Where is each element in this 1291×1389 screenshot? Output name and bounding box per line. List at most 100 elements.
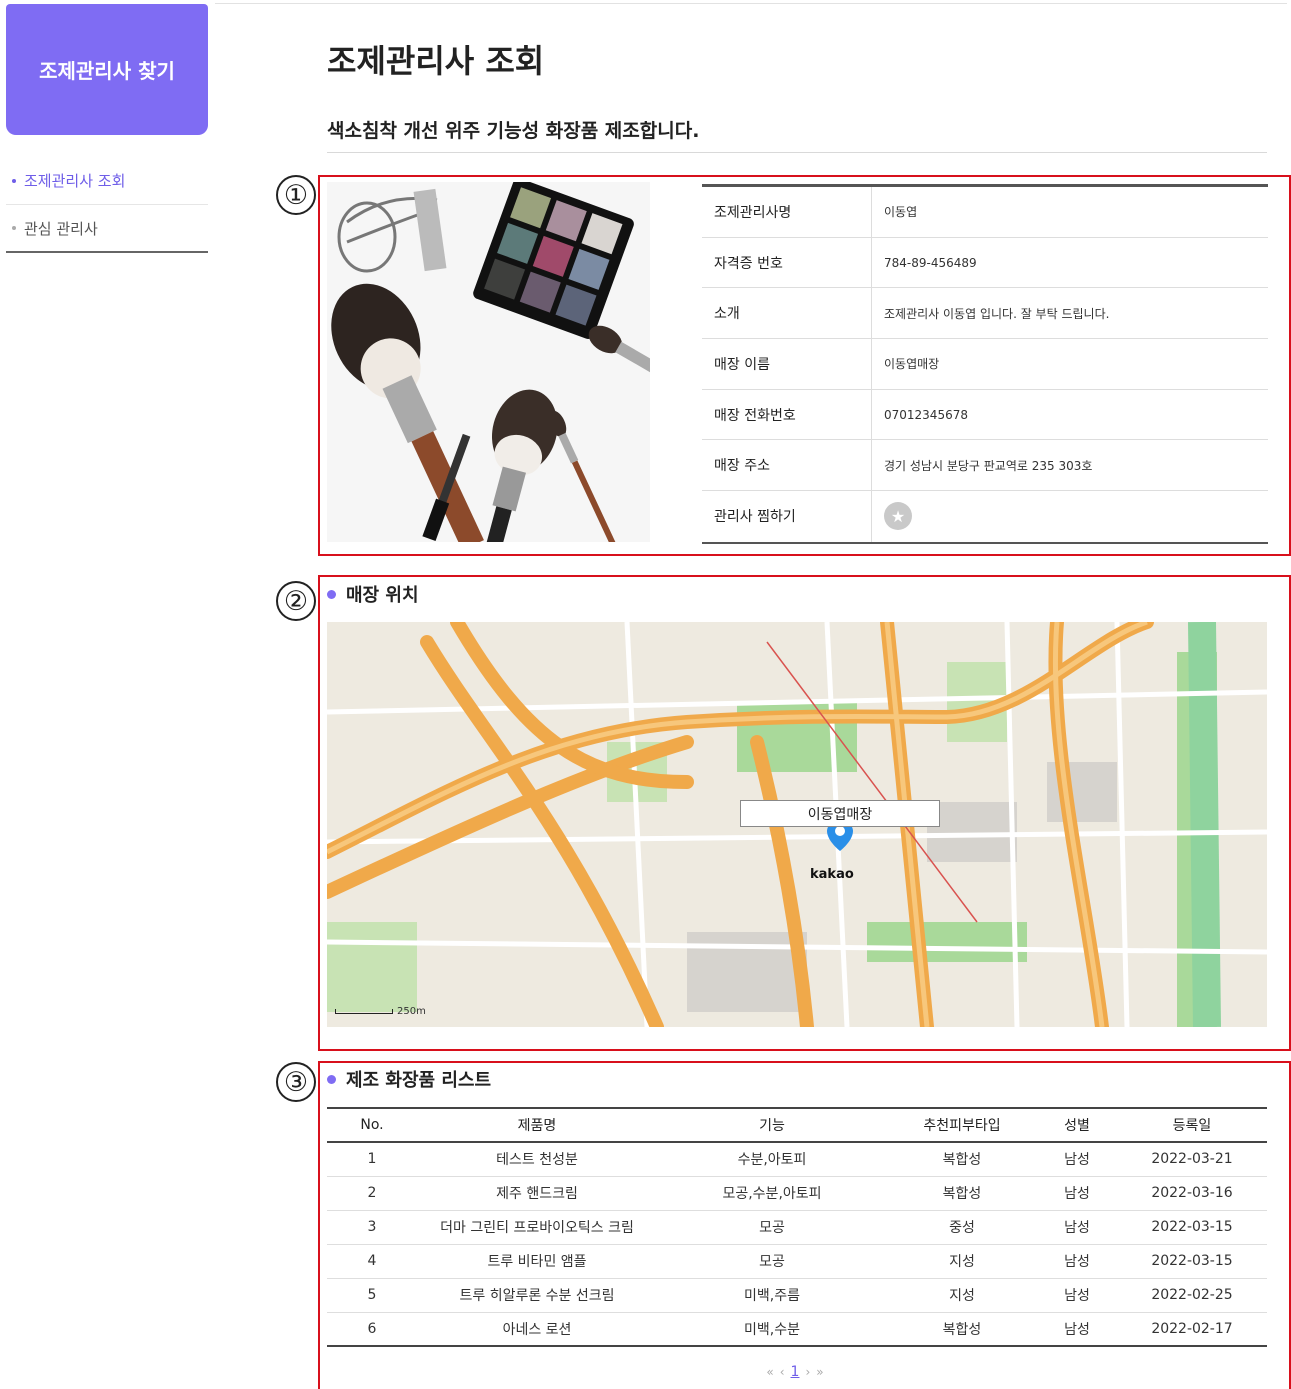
map-store-tooltip: 이동엽매장 — [740, 800, 940, 827]
cell-gender: 남성 — [1037, 1142, 1117, 1177]
annotation-marker-2: ② — [276, 581, 316, 621]
column-header-function: 기능 — [657, 1107, 887, 1143]
table-row[interactable]: 2 제주 핸드크림 모공,수분,아토피 복합성 남성 2022-03-16 — [327, 1176, 1267, 1211]
table-row[interactable]: 5 트루 히알루론 수분 선크림 미백,주름 지성 남성 2022-02-25 — [327, 1278, 1267, 1313]
favorite-star-button[interactable]: ★ — [884, 502, 912, 531]
row-value: 경기 성남시 분당구 판교역로 235 303호 — [884, 458, 1093, 473]
cell-function: 모공 — [657, 1210, 887, 1245]
row-label: 매장 이름 — [702, 339, 872, 389]
cell-no: 1 — [327, 1142, 417, 1177]
cell-function: 모공 — [657, 1244, 887, 1279]
table-row[interactable]: 6 아네스 로션 미백,수분 복합성 남성 2022-02-17 — [327, 1312, 1267, 1347]
column-header-gender: 성별 — [1037, 1107, 1117, 1143]
profile-row-license: 자격증 번호 784-89-456489 — [702, 237, 1268, 289]
store-map[interactable]: 이동엽매장 kakao 250m — [327, 622, 1267, 1027]
cell-name[interactable]: 트루 히알루론 수분 선크림 — [417, 1278, 657, 1313]
first-page-button[interactable]: « — [766, 1365, 773, 1379]
sidebar-item-label: 관심 관리사 — [24, 219, 98, 238]
cell-skin-type: 복합성 — [887, 1176, 1037, 1211]
scale-bar — [335, 1009, 393, 1014]
page-number-current[interactable]: 1 — [791, 1364, 800, 1380]
page-title: 조제관리사 조회 — [327, 42, 545, 80]
row-label: 매장 주소 — [702, 440, 872, 491]
cell-no: 6 — [327, 1312, 417, 1347]
cell-function: 수분,아토피 — [657, 1142, 887, 1177]
table-row[interactable]: 1 테스트 천성분 수분,아토피 복합성 남성 2022-03-21 — [327, 1142, 1267, 1177]
cell-skin-type: 지성 — [887, 1278, 1037, 1313]
last-page-button[interactable]: » — [816, 1365, 823, 1379]
cell-date: 2022-03-16 — [1117, 1176, 1267, 1211]
row-label: 조제관리사명 — [702, 187, 872, 237]
kakao-map-logo: kakao — [810, 867, 854, 882]
row-value: ★ — [872, 502, 912, 531]
row-label: 소개 — [702, 288, 872, 339]
top-divider — [215, 3, 1287, 4]
subtitle-divider — [327, 152, 1267, 153]
cell-skin-type: 지성 — [887, 1244, 1037, 1279]
column-header-no: No. — [327, 1107, 417, 1143]
cell-name[interactable]: 더마 그린티 프로바이오틱스 크림 — [417, 1210, 657, 1245]
cell-function: 모공,수분,아토피 — [657, 1176, 887, 1211]
profile-row-name: 조제관리사명 이동엽 — [702, 187, 1268, 238]
cell-gender: 남성 — [1037, 1176, 1117, 1211]
column-header-skin-type: 추천피부타입 — [887, 1107, 1037, 1143]
row-value: 07012345678 — [884, 407, 968, 422]
cell-no: 4 — [327, 1244, 417, 1279]
cell-gender: 남성 — [1037, 1278, 1117, 1313]
column-header-name: 제품명 — [417, 1107, 657, 1143]
cell-no: 5 — [327, 1278, 417, 1313]
bullet-icon — [12, 226, 16, 230]
sidebar-nav: 조제관리사 조회 관심 관리사 — [6, 157, 208, 253]
table-row[interactable]: 4 트루 비타민 앰플 모공 지성 남성 2022-03-15 — [327, 1244, 1267, 1279]
product-list-table: No. 제품명 기능 추천피부타입 성별 등록일 1 테스트 천성분 수분,아토… — [327, 1107, 1267, 1347]
cell-date: 2022-03-15 — [1117, 1210, 1267, 1245]
row-value: 784-89-456489 — [884, 255, 977, 270]
pagination: « ‹ 1 › » — [740, 1364, 850, 1380]
profile-row-store-phone: 매장 전화번호 07012345678 — [702, 389, 1268, 441]
cell-date: 2022-02-25 — [1117, 1278, 1267, 1313]
profile-row-favorite: 관리사 찜하기 ★ — [702, 491, 1268, 542]
location-heading-text: 매장 위치 — [346, 585, 419, 606]
sidebar-item-favorites[interactable]: 관심 관리사 — [6, 205, 208, 253]
scale-label: 250m — [397, 1006, 426, 1017]
star-icon: ★ — [890, 506, 906, 526]
prev-page-button[interactable]: ‹ — [780, 1365, 785, 1379]
row-label: 관리사 찜하기 — [702, 491, 872, 542]
sidebar-header-title: 조제관리사 찾기 — [39, 59, 175, 83]
table-row[interactable]: 3 더마 그린티 프로바이오틱스 크림 모공 중성 남성 2022-03-15 — [327, 1210, 1267, 1245]
column-header-date: 등록일 — [1117, 1107, 1267, 1143]
annotation-marker-1: ① — [276, 175, 316, 215]
profile-row-store-address: 매장 주소 경기 성남시 분당구 판교역로 235 303호 — [702, 440, 1268, 492]
cell-skin-type: 복합성 — [887, 1312, 1037, 1347]
cosmetics-image — [327, 182, 650, 542]
profile-row-store-name: 매장 이름 이동엽매장 — [702, 339, 1268, 390]
cosmetics-illustration — [327, 182, 650, 542]
cell-skin-type: 중성 — [887, 1210, 1037, 1245]
cell-name[interactable]: 트루 비타민 앰플 — [417, 1244, 657, 1279]
cell-name[interactable]: 아네스 로션 — [417, 1312, 657, 1347]
row-label: 매장 전화번호 — [702, 389, 872, 440]
sidebar-header: 조제관리사 찾기 — [6, 4, 208, 135]
bullet-icon — [12, 178, 16, 183]
cell-name[interactable]: 테스트 천성분 — [417, 1142, 657, 1177]
sidebar-item-search[interactable]: 조제관리사 조회 — [6, 157, 208, 205]
profile-row-intro: 소개 조제관리사 이동엽 입니다. 잘 부탁 드립니다. — [702, 288, 1268, 340]
cell-function: 미백,주름 — [657, 1278, 887, 1313]
cell-no: 3 — [327, 1210, 417, 1245]
products-heading-text: 제조 화장품 리스트 — [346, 1070, 492, 1091]
cell-no: 2 — [327, 1176, 417, 1211]
row-value: 이동엽매장 — [884, 357, 940, 372]
row-value: 이동엽 — [884, 205, 918, 220]
location-heading: 매장 위치 — [327, 581, 419, 607]
row-label: 자격증 번호 — [702, 237, 872, 288]
profile-info-table: 조제관리사명 이동엽 자격증 번호 784-89-456489 소개 조제관리사… — [702, 184, 1268, 544]
bullet-icon — [327, 589, 336, 599]
cell-name[interactable]: 제주 핸드크림 — [417, 1176, 657, 1211]
next-page-button[interactable]: › — [805, 1365, 810, 1379]
row-value: 조제관리사 이동엽 입니다. 잘 부탁 드립니다. — [884, 306, 1110, 321]
products-heading: 제조 화장품 리스트 — [327, 1066, 491, 1092]
table-header-row: No. 제품명 기능 추천피부타입 성별 등록일 — [327, 1107, 1267, 1143]
annotation-marker-3: ③ — [276, 1062, 316, 1102]
sidebar-item-label: 조제관리사 조회 — [24, 172, 126, 190]
cell-skin-type: 복합성 — [887, 1142, 1037, 1177]
